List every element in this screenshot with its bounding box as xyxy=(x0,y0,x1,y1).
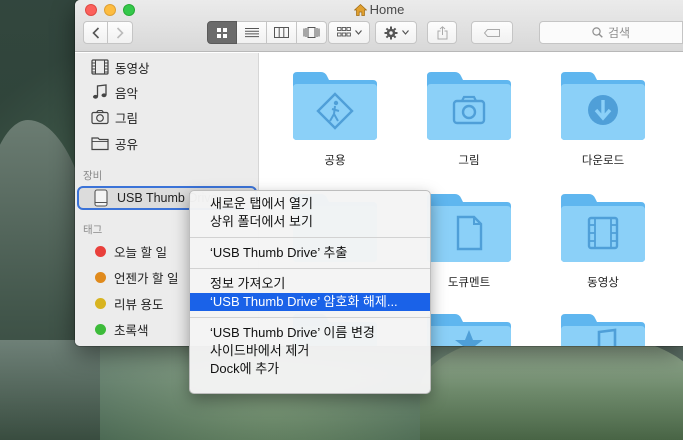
edit-tags-button[interactable] xyxy=(471,21,513,44)
cover-flow-view-button[interactable] xyxy=(297,21,327,44)
menu-separator xyxy=(190,317,430,318)
chevron-down-icon xyxy=(401,30,409,35)
view-mode-control xyxy=(207,21,327,44)
grid-icon xyxy=(217,27,227,38)
search-placeholder: 검색 xyxy=(607,26,631,40)
search-field[interactable]: 검색 xyxy=(539,21,683,44)
search-icon xyxy=(592,27,603,38)
sidebar-tag-orange[interactable]: 언젠가 할 일 xyxy=(91,267,178,287)
folder-downloads[interactable]: 다운로드 xyxy=(555,70,651,168)
folder-label: 공용 xyxy=(324,155,346,167)
external-drive-icon xyxy=(94,189,108,207)
chevron-down-icon xyxy=(354,30,362,35)
window-title: Home xyxy=(75,2,683,19)
folder-documents[interactable]: 도큐멘트 xyxy=(421,192,517,290)
sidebar-item-label: 리뷰 용도 xyxy=(114,297,164,312)
orange-tag-dot-icon xyxy=(95,271,106,283)
folder-pictures[interactable]: 그림 xyxy=(421,70,517,168)
music-note-icon xyxy=(93,84,107,99)
downloads-folder-icon xyxy=(561,72,645,140)
sidebar-item-label: 동영상 xyxy=(115,61,150,76)
menu-item-show-in-enclosing-folder[interactable]: 상위 폴더에서 보기 xyxy=(190,213,430,231)
forward-button[interactable] xyxy=(108,21,133,44)
sidebar-item-label: 공유 xyxy=(115,137,139,152)
folder-label: 동영상 xyxy=(587,277,619,289)
icon-view-button[interactable] xyxy=(207,21,237,44)
sidebar-item-label: 음악 xyxy=(115,86,139,101)
cover-flow-icon xyxy=(303,27,320,38)
arrange-button[interactable] xyxy=(328,21,370,44)
sidebar-section-tags: 태그 xyxy=(83,224,103,236)
back-button[interactable] xyxy=(83,21,108,44)
yellow-tag-dot-icon xyxy=(95,297,106,309)
list-view-button[interactable] xyxy=(237,21,267,44)
chevron-left-icon xyxy=(91,26,99,39)
sidebar-section-devices: 장비 xyxy=(83,170,103,182)
menu-item-decrypt[interactable]: ‘USB Thumb Drive’ 암호화 해제... xyxy=(190,293,430,311)
sidebar-item-music[interactable]: 음악 xyxy=(91,82,138,102)
menu-item-eject[interactable]: ‘USB Thumb Drive’ 추출 xyxy=(190,244,430,262)
folder-label: 그림 xyxy=(458,155,480,167)
share-icon xyxy=(437,25,447,39)
share-button[interactable] xyxy=(427,21,457,44)
applications-folder-icon xyxy=(427,314,511,346)
menu-item-add-to-dock[interactable]: Dock에 추가 xyxy=(190,360,430,378)
sidebar-item-label: 언젠가 할 일 xyxy=(114,271,179,286)
action-button[interactable] xyxy=(375,21,417,44)
window-title-text: Home xyxy=(369,2,405,17)
film-icon xyxy=(91,59,109,75)
folder-public[interactable]: 공용 xyxy=(287,70,383,168)
list-icon xyxy=(244,28,259,38)
menu-item-rename[interactable]: ‘USB Thumb Drive’ 이름 변경 xyxy=(190,324,430,342)
menu-separator xyxy=(190,237,430,238)
sidebar-item-label: 초록색 xyxy=(114,323,149,338)
back-forward-control xyxy=(83,21,133,44)
column-view-button[interactable] xyxy=(267,21,297,44)
sidebar-item-movies[interactable]: 동영상 xyxy=(91,57,150,77)
folder-movies[interactable]: 동영상 xyxy=(555,192,651,290)
folder-icon xyxy=(91,137,109,151)
menu-item-get-info[interactable]: 정보 가져오기 xyxy=(190,275,430,293)
documents-folder-icon xyxy=(427,194,511,262)
context-menu: 새로운 탭에서 열기 상위 폴더에서 보기 ‘USB Thumb Drive’ … xyxy=(189,190,431,394)
camera-icon xyxy=(91,109,109,125)
chevron-right-icon xyxy=(116,26,124,39)
movies-folder-icon xyxy=(561,194,645,262)
sidebar-item-pictures[interactable]: 그림 xyxy=(91,107,138,127)
window-titlebar: Home 검색 xyxy=(75,0,683,52)
pictures-folder-icon xyxy=(427,72,511,140)
home-icon xyxy=(353,4,368,19)
sidebar-item-label: 오늘 할 일 xyxy=(114,245,167,260)
public-folder-icon xyxy=(293,72,377,140)
folder-applications[interactable] xyxy=(421,312,517,346)
menu-item-open-in-new-tab[interactable]: 새로운 탭에서 열기 xyxy=(190,195,430,213)
menu-item-remove-from-sidebar[interactable]: 사이드바에서 제거 xyxy=(190,342,430,360)
green-tag-dot-icon xyxy=(95,323,106,335)
menu-separator xyxy=(190,268,430,269)
sidebar-tag-yellow[interactable]: 리뷰 용도 xyxy=(91,293,163,313)
sidebar-item-label: 그림 xyxy=(115,111,139,126)
columns-icon xyxy=(274,27,289,38)
gear-icon xyxy=(384,26,397,39)
red-tag-dot-icon xyxy=(95,245,106,257)
arrange-grid-icon xyxy=(336,27,351,37)
sidebar-tag-red[interactable]: 오늘 할 일 xyxy=(91,241,167,261)
folder-music[interactable] xyxy=(555,312,651,346)
music-folder-icon xyxy=(561,314,645,346)
folder-label: 다운로드 xyxy=(581,155,625,167)
tag-icon xyxy=(484,28,500,37)
sidebar-item-shared[interactable]: 공유 xyxy=(91,133,138,153)
sidebar-tag-green[interactable]: 초록색 xyxy=(91,319,149,339)
folder-label: 도큐멘트 xyxy=(447,277,491,289)
